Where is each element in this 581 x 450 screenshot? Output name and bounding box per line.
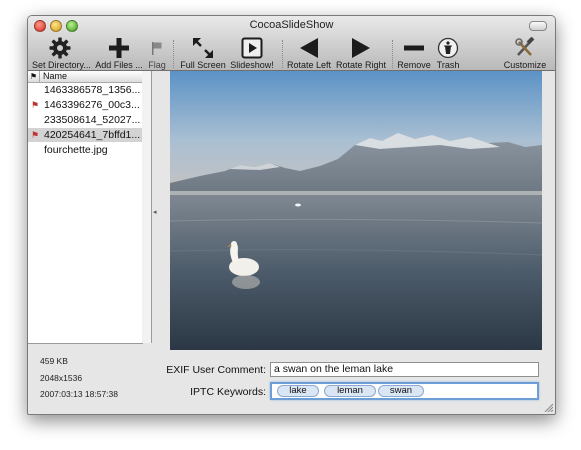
rotate-left-label: Rotate Left	[286, 60, 332, 70]
rotate-right-label: Rotate Right	[336, 60, 387, 70]
customize-button[interactable]: Customize	[502, 36, 548, 70]
flag-button[interactable]: Flag	[146, 36, 168, 70]
full-screen-button[interactable]: Full Screen	[180, 36, 226, 70]
exif-comment-label: EXIF User Comment:	[166, 364, 266, 376]
set-directory-button[interactable]: Set Directory...	[32, 36, 91, 70]
window-title: CocoaSlideShow	[249, 19, 334, 31]
toolbar-toggle-button[interactable]	[529, 21, 547, 31]
file-list-scrollbar[interactable]	[142, 71, 152, 343]
file-list-row[interactable]: ⚑ 420254641_7bffd1...	[28, 128, 142, 142]
rotate-left-button[interactable]: Rotate Left	[286, 36, 332, 70]
toolbar-separator	[392, 40, 393, 68]
slideshow-label: Slideshow!	[230, 60, 274, 70]
image-date-text: 2007:03:13 18:57:38	[40, 389, 118, 399]
tools-icon	[515, 37, 535, 56]
flag-icon[interactable]: ⚑	[31, 128, 40, 142]
add-files-label: Add Files ...	[95, 60, 143, 70]
add-files-button[interactable]: Add Files ...	[94, 36, 144, 70]
slideshow-button[interactable]: Slideshow!	[229, 36, 275, 70]
file-name: 420254641_7bffd1...	[44, 129, 141, 141]
trash-icon	[437, 37, 459, 59]
full-screen-label: Full Screen	[180, 60, 226, 70]
set-directory-label: Set Directory...	[32, 60, 91, 70]
keyword-token[interactable]: swan	[378, 385, 424, 397]
file-list-row[interactable]: fourchette.jpg	[28, 143, 142, 157]
plus-icon	[109, 38, 129, 58]
split-view-handle[interactable]: ◂	[153, 208, 157, 216]
keyword-token[interactable]: lake	[277, 385, 319, 397]
file-list-row[interactable]: ⚑ 1463396276_00c3...	[28, 98, 142, 112]
file-name: 1463396276_00c3...	[44, 99, 140, 111]
play-icon	[241, 37, 263, 59]
file-name: 233508614_52027...	[44, 114, 141, 126]
flag-column-header[interactable]: ⚑	[28, 71, 40, 82]
toolbar-separator	[173, 40, 174, 68]
customize-label: Customize	[503, 60, 547, 70]
image-dimensions-text: 2048x1536	[40, 373, 83, 383]
trash-button[interactable]: Trash	[432, 36, 464, 70]
flag-icon[interactable]: ⚑	[31, 98, 40, 112]
minus-icon	[404, 45, 424, 51]
file-list-row[interactable]: 233508614_52027...	[28, 113, 142, 127]
triangle-right-icon	[352, 38, 370, 58]
image-preview[interactable]	[170, 71, 542, 350]
exif-comment-field[interactable]: a swan on the leman lake	[270, 362, 539, 377]
iptc-keywords-field[interactable]: lake leman swan	[270, 382, 539, 400]
flag-label: Flag	[148, 60, 166, 70]
file-list-row[interactable]: 1463386578_1356...	[28, 83, 142, 97]
flag-icon	[152, 42, 162, 55]
file-list-header: ⚑ Name	[28, 71, 142, 83]
keyword-token[interactable]: leman	[324, 385, 376, 397]
app-window: CocoaSlideShow Set Directory... Add File…	[27, 15, 556, 415]
gear-icon	[49, 37, 71, 59]
title-bar: CocoaSlideShow Set Directory... Add File…	[28, 16, 555, 71]
swan-lake-photo	[170, 71, 542, 350]
remove-label: Remove	[397, 60, 431, 70]
iptc-keywords-label: IPTC Keywords:	[190, 386, 266, 398]
name-column-header[interactable]: Name	[43, 71, 67, 82]
triangle-left-icon	[300, 38, 318, 58]
toolbar-separator	[282, 40, 283, 68]
trash-label: Trash	[436, 60, 460, 70]
remove-button[interactable]: Remove	[396, 36, 432, 70]
expand-arrows-icon	[193, 38, 213, 58]
file-size-text: 459 KB	[40, 356, 68, 366]
file-name: fourchette.jpg	[44, 144, 108, 156]
resize-grip-icon[interactable]	[543, 402, 553, 412]
file-name: 1463386578_1356...	[44, 84, 141, 96]
file-list[interactable]: ⚑ Name 1463386578_1356... ⚑ 1463396276_00c…	[28, 71, 143, 344]
rotate-right-button[interactable]: Rotate Right	[336, 36, 386, 70]
